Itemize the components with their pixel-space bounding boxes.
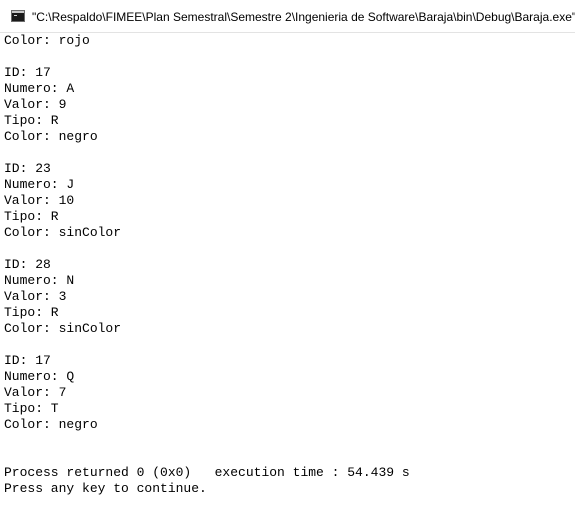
console-line: Numero: J [4, 177, 75, 192]
title-bar[interactable]: "C:\Respaldo\FIMEE\Plan Semestral\Semest… [0, 0, 575, 33]
console-line: Tipo: R [4, 113, 59, 128]
console-line: Tipo: R [4, 209, 59, 224]
console-line: Valor: 10 [4, 193, 75, 208]
console-line: Process returned 0 (0x0) execution time … [4, 465, 410, 480]
console-line: Color: sinColor [4, 225, 122, 240]
console-line: Valor: 7 [4, 385, 67, 400]
console-line: Tipo: R [4, 305, 59, 320]
window-title: "C:\Respaldo\FIMEE\Plan Semestral\Semest… [32, 10, 575, 24]
console-line: Numero: Q [4, 369, 75, 384]
console-line: Numero: N [4, 273, 75, 288]
console-line: Numero: A [4, 81, 75, 96]
console-line: Color: sinColor [4, 321, 122, 336]
console-line: ID: 23 [4, 161, 51, 176]
console-line: Valor: 9 [4, 97, 67, 112]
console-line: Color: negro [4, 417, 98, 432]
console-line: ID: 17 [4, 353, 51, 368]
console-line: ID: 28 [4, 257, 51, 272]
console-line: Valor: 3 [4, 289, 67, 304]
console-window-icon[interactable] [11, 10, 25, 22]
console-line: Color: rojo [4, 33, 90, 48]
console-line: Tipo: T [4, 401, 59, 416]
console-line: Color: negro [4, 129, 98, 144]
console-output[interactable]: Color: rojo ID: 17 Numero: A Valor: 9 Ti… [0, 33, 575, 506]
console-line: Press any key to continue. [4, 481, 207, 496]
console-line: ID: 17 [4, 65, 51, 80]
console-window: "C:\Respaldo\FIMEE\Plan Semestral\Semest… [0, 0, 575, 506]
